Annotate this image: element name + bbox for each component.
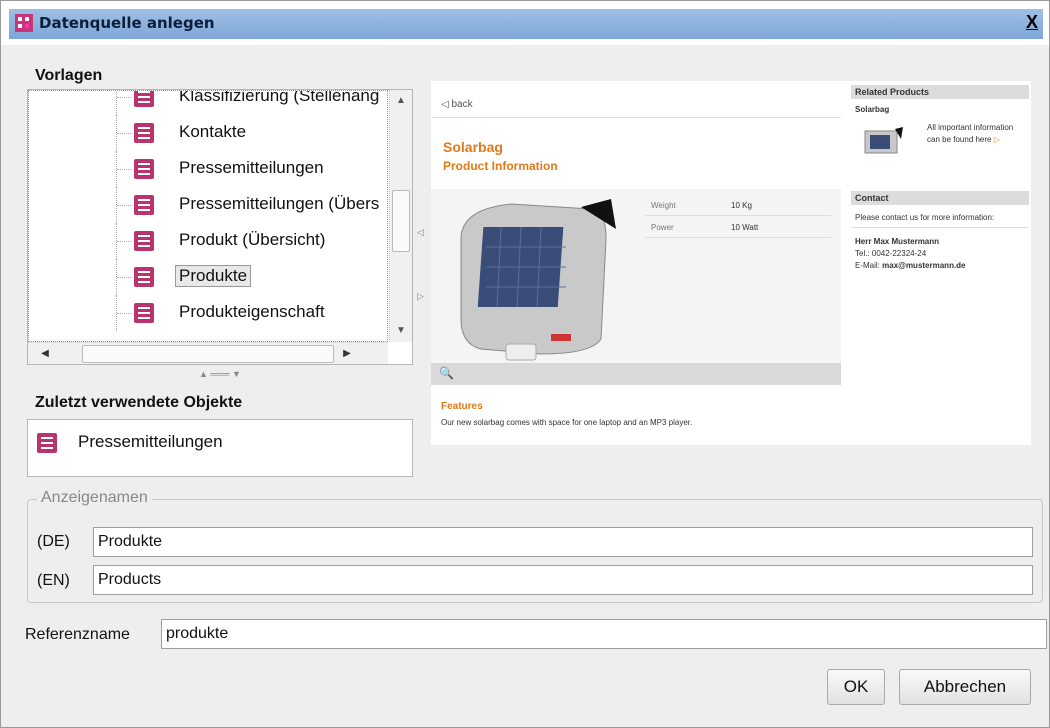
tree-item-label: Produkt (Übersicht) [179,230,326,249]
template-icon [37,433,57,453]
templates-panel: Vorlagen Klassifizierung (Stellenang Kon… [27,59,415,479]
preview-zoom-bar: 🔍 [431,363,841,385]
template-icon [134,303,154,323]
display-names-legend: Anzeigenamen [37,489,152,507]
tree-item[interactable]: Pressemitteilungen [29,151,387,187]
display-name-en-field[interactable]: Products [93,565,1033,595]
related-text: All important information [927,123,1014,132]
spec-name: Power [651,223,674,232]
scroll-down-icon[interactable]: ▼ [390,320,412,342]
related-text: can be found here ▷ [927,135,1000,144]
templates-label: Vorlagen [35,67,103,84]
solarbag-image [460,199,616,361]
related-products-heading: Related Products [851,85,1029,99]
preview-title: Solarbag [443,139,503,155]
template-icon [134,159,154,179]
tree-horizontal-scrollbar[interactable]: ◀ ▶ [28,342,388,364]
contact-tel: Tel.: 0042-22324-24 [855,249,927,258]
collapse-right-icon[interactable]: ▷ [417,291,424,302]
scroll-right-icon[interactable]: ▶ [336,343,358,364]
tree-item[interactable]: Klassifizierung (Stellenang [29,90,387,115]
related-item: Solarbag [855,105,890,114]
preview-back-link: ◁ back [441,99,473,110]
tree-item[interactable]: Produkteigenschaft [29,295,387,331]
contact-name: Herr Max Mustermann [855,237,940,246]
preview-product-image: Weight 10 Kg Power 10 Watt [431,189,841,371]
contact-text: Please contact us for more information: [855,213,995,222]
tree-item-label: Kontakte [179,122,247,141]
ok-button[interactable]: OK [827,669,885,705]
template-icon [134,195,154,215]
templates-tree[interactable]: Klassifizierung (Stellenang Kontakte Pre… [27,89,413,365]
title-bar[interactable]: Datenquelle anlegen X [1,1,1049,45]
scroll-up-icon[interactable]: ▲ [390,90,412,112]
tree-item[interactable]: Kontakte [29,115,387,151]
en-label: (EN) [37,572,70,589]
spec-value: 10 Kg [731,201,752,210]
tree-item-label: Klassifizierung (Stellenang [179,90,380,105]
contact-heading: Contact [851,191,1029,205]
template-icon [134,123,154,143]
spec-value: 10 Watt [731,223,759,232]
close-icon[interactable]: X [1023,13,1041,31]
vertical-splitter[interactable]: ◁ ▷ [417,59,427,479]
recent-item-label[interactable]: Pressemitteilungen [78,432,223,452]
tree-vertical-scrollbar[interactable]: ▲ ▼ [389,90,412,342]
recent-objects-list: Pressemitteilungen [27,419,413,477]
tree-item-label: Produkteigenschaft [179,302,325,321]
dialog-title: Datenquelle anlegen [39,14,215,32]
spec-name: Weight [651,201,676,210]
tree-item[interactable]: Produkt (Übersicht) [29,223,387,259]
preview-features-title: Features [441,401,483,412]
templates-tree-viewport: Klassifizierung (Stellenang Kontakte Pre… [28,90,388,342]
panel-resize-handle[interactable]: ▲ ═══ ▼ [27,369,413,381]
tree-item[interactable]: Pressemitteilungen (Übers [29,187,387,223]
reference-name-label: Referenzname [25,626,130,643]
de-label: (DE) [37,533,70,550]
preview-subtitle: Product Information [443,159,558,173]
display-name-de-field[interactable]: Produkte [93,527,1033,557]
cancel-button[interactable]: Abbrechen [899,669,1031,705]
template-preview: ◁ back Solarbag Product Information Weig… [431,81,1031,445]
recent-objects-label: Zuletzt verwendete Objekte [35,394,243,411]
tree-item-label: Produkte [175,265,252,287]
contact-mail: E-Mail: max@mustermann.de [855,261,966,270]
title-bar-background: Datenquelle anlegen X [9,9,1043,39]
scroll-thumb[interactable] [392,190,410,252]
dialog-window: Datenquelle anlegen X Vorlagen Klassifiz… [0,0,1050,728]
reference-name-field[interactable]: produkte [161,619,1047,649]
template-icon [134,267,154,287]
collapse-left-icon[interactable]: ◁ [417,227,424,238]
app-icon [15,14,33,32]
scroll-left-icon[interactable]: ◀ [34,343,56,364]
tree-item-selected[interactable]: Produkte [29,259,387,295]
tree-item-label: Pressemitteilungen [179,158,324,177]
related-thumbnail [864,127,903,154]
scroll-thumb[interactable] [82,345,334,363]
preview-features-text: Our new solarbag comes with space for on… [441,418,693,427]
template-icon [134,91,154,107]
magnifier-icon: 🔍 [439,366,454,380]
tree-item-label: Pressemitteilungen (Übers [179,194,380,213]
template-icon [134,231,154,251]
